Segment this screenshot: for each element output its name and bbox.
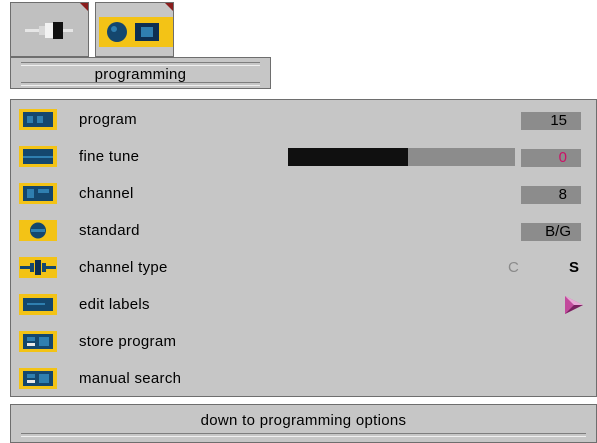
menu-item-edit-labels[interactable]: edit labels xyxy=(11,287,596,324)
program-value: 15 xyxy=(521,112,581,130)
fine-tune-value: 0 xyxy=(521,149,581,167)
menu-item-program[interactable]: program 15 xyxy=(11,102,596,139)
channel-value: 8 xyxy=(521,186,581,204)
menu-item-store-program[interactable]: store program xyxy=(11,324,596,361)
fine-tune-slider-fill xyxy=(288,148,409,166)
standard-value: B/G xyxy=(521,223,581,241)
channel-icon xyxy=(19,183,57,204)
manual-search-icon xyxy=(19,368,57,389)
menu-label-standard: standard xyxy=(79,222,140,239)
footer-hint-box: down to programming options xyxy=(10,404,597,443)
title-box: programming xyxy=(10,57,271,89)
menu-label-fine-tune: fine tune xyxy=(79,148,140,165)
connector-icon xyxy=(25,22,73,39)
menu-label-manual-search: manual search xyxy=(79,370,182,387)
tab-corner-marker xyxy=(80,3,88,11)
menu-item-fine-tune[interactable]: fine tune 0 xyxy=(11,139,596,176)
channel-type-icon xyxy=(19,257,57,278)
tab-programming[interactable] xyxy=(95,2,174,57)
title-divider-bottom xyxy=(21,82,260,86)
programming-menu: program 15 fine tune 0 channel 8 standar… xyxy=(10,99,597,397)
channel-type-option-c[interactable]: C xyxy=(508,259,519,276)
standard-icon xyxy=(19,220,57,241)
channel-type-option-s[interactable]: S xyxy=(569,259,579,276)
menu-label-channel-type: channel type xyxy=(79,259,168,276)
menu-label-store-program: store program xyxy=(79,333,177,350)
tab-corner-marker xyxy=(165,3,173,11)
fine-tune-icon xyxy=(19,146,57,167)
menu-label-edit-labels: edit labels xyxy=(79,296,150,313)
menu-item-channel[interactable]: channel 8 xyxy=(11,176,596,213)
footer-divider xyxy=(21,433,586,437)
program-icon xyxy=(19,109,57,130)
menu-item-standard[interactable]: standard B/G xyxy=(11,213,596,250)
tab-connection[interactable] xyxy=(10,2,89,57)
page-title: programming xyxy=(94,66,187,83)
menu-label-program: program xyxy=(79,111,137,128)
footer-hint: down to programming options xyxy=(200,412,407,429)
edit-labels-icon xyxy=(19,294,57,315)
menu-item-manual-search[interactable]: manual search xyxy=(11,361,596,398)
fine-tune-slider[interactable] xyxy=(288,148,515,166)
menu-label-channel: channel xyxy=(79,185,134,202)
tv-settings-icon xyxy=(99,17,173,47)
menu-item-channel-type[interactable]: channel type C S xyxy=(11,250,596,287)
store-program-icon xyxy=(19,331,57,352)
submenu-arrow-icon[interactable] xyxy=(564,295,584,315)
